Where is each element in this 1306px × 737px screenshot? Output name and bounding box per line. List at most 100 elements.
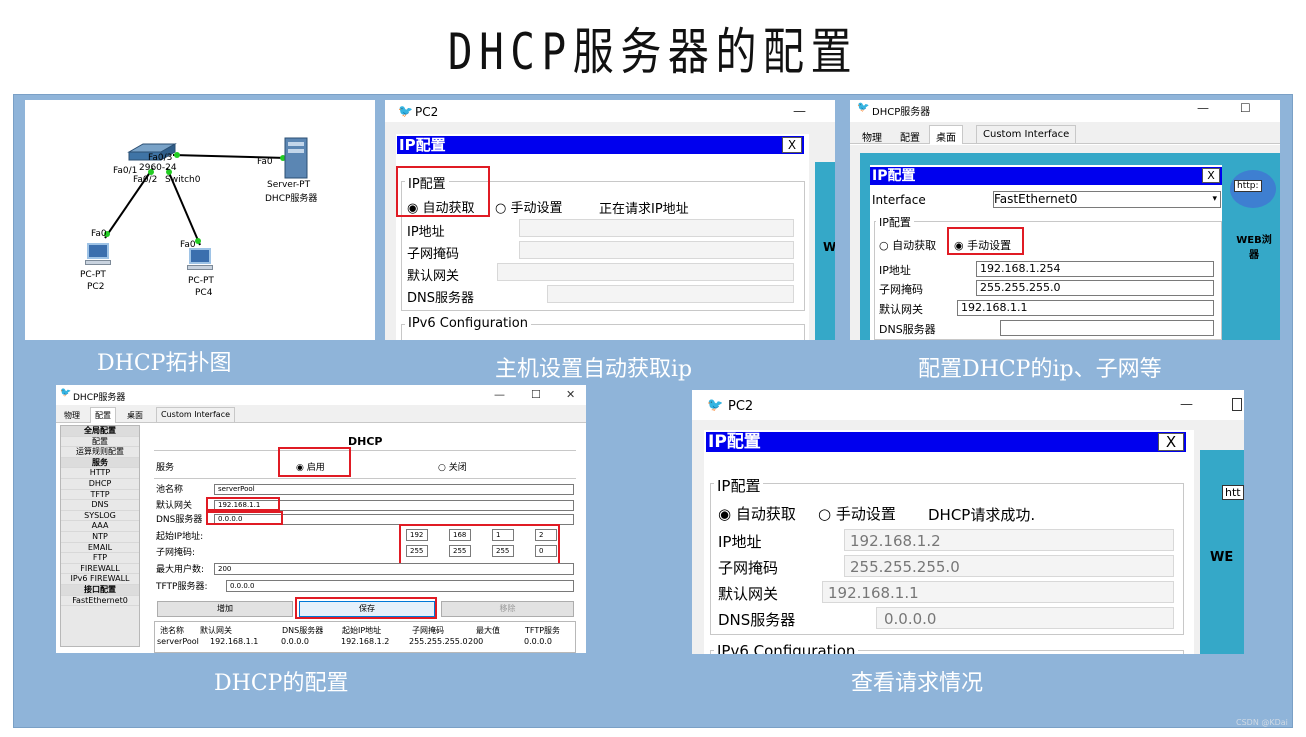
start-ip-label: 起始IP地址: bbox=[156, 532, 204, 542]
auto-radio[interactable]: 自动获取 bbox=[718, 503, 796, 524]
sidebar-item-http[interactable]: HTTP bbox=[61, 468, 139, 479]
pool-input[interactable]: serverPool bbox=[214, 484, 574, 495]
maximize-button[interactable] bbox=[1232, 398, 1242, 411]
tab-bar: 物理 配置 桌面 Custom Interface bbox=[56, 405, 586, 423]
close-button[interactable]: ✕ bbox=[566, 388, 575, 401]
max-users-input[interactable]: 200 bbox=[214, 563, 574, 575]
sidebar-item-dhcp[interactable]: DHCP bbox=[61, 479, 139, 490]
manual-radio[interactable]: 手动设置 bbox=[495, 197, 562, 216]
tab-desktop[interactable]: 桌面 bbox=[929, 125, 963, 144]
gw-label: 默认网关 bbox=[407, 269, 460, 284]
ip-label: IP地址 bbox=[879, 264, 911, 277]
http-badge[interactable]: htt bbox=[1222, 485, 1244, 500]
tftp-input[interactable]: 0.0.0.0 bbox=[226, 580, 574, 592]
dns-label: DNS服务器 bbox=[879, 323, 936, 336]
window-titlebar: 🐦 DHCP服务器 — ☐ bbox=[850, 100, 1280, 122]
highlight-range bbox=[399, 524, 560, 565]
chevron-down-icon: ▾ bbox=[1212, 194, 1217, 204]
minimize-button[interactable]: — bbox=[793, 104, 806, 119]
tab-custom-interface[interactable]: Custom Interface bbox=[156, 407, 236, 423]
close-button[interactable]: X bbox=[1158, 433, 1184, 451]
slide-title: DHCP服务器的配置 bbox=[447, 23, 859, 81]
sidebar-item-firewall[interactable]: FIREWALL bbox=[61, 564, 139, 575]
gw-label: 默认网关 bbox=[879, 303, 923, 316]
sidebar-item-interfaces: 接口配置 bbox=[61, 584, 139, 596]
server-type: Server-PT bbox=[267, 180, 311, 190]
pc2-requesting-window: 🐦 PC2 — W IP配置 X IP配置 自动获取 手动设置 正在请求IP地址… bbox=[385, 100, 835, 340]
dns-field[interactable] bbox=[547, 285, 794, 303]
desktop-web-label: WE bbox=[1210, 550, 1234, 565]
ip-field[interactable] bbox=[519, 219, 794, 237]
gw-field[interactable] bbox=[497, 263, 794, 281]
highlight-auto bbox=[396, 166, 490, 217]
minimize-button[interactable]: — bbox=[1180, 397, 1193, 412]
sidebar-item-syslog[interactable]: SYSLOG bbox=[61, 511, 139, 522]
tab-physical[interactable]: 物理 bbox=[59, 407, 85, 423]
ip-config-header: IP配置 bbox=[870, 167, 1222, 185]
manual-radio[interactable]: 手动设置 bbox=[818, 503, 896, 524]
ipv6-legend: IPv6 Configuration bbox=[714, 642, 859, 654]
maximize-button[interactable]: ☐ bbox=[531, 388, 541, 401]
add-button[interactable]: 增加 bbox=[157, 601, 293, 617]
ip-config-legend: IP配置 bbox=[876, 214, 914, 230]
sidebar-item-ftp[interactable]: FTP bbox=[61, 553, 139, 564]
interface-select[interactable]: FastEthernet0 ▾ bbox=[993, 191, 1221, 208]
ip-config-header: IP配置 bbox=[706, 432, 1186, 452]
window-title: PC2 bbox=[728, 399, 754, 414]
switch-port-top: Fa0/3 bbox=[148, 153, 173, 163]
server-name: DHCP服务器 bbox=[265, 194, 318, 204]
sidebar-item-dns[interactable]: DNS bbox=[61, 500, 139, 511]
dns-input[interactable] bbox=[1000, 320, 1214, 336]
window-title: PC2 bbox=[415, 105, 439, 119]
auto-radio[interactable]: 自动获取 bbox=[879, 237, 936, 253]
desktop-letter: W bbox=[823, 240, 835, 254]
maximize-button[interactable]: ☐ bbox=[1240, 101, 1251, 115]
sidebar-item-settings[interactable]: 配置 bbox=[61, 437, 139, 448]
tab-config[interactable]: 配置 bbox=[90, 407, 116, 423]
pc2-icon[interactable] bbox=[85, 243, 111, 265]
dhcp-service-window: 🐦 DHCP服务器 — ☐ ✕ 物理 配置 桌面 Custom Interfac… bbox=[56, 385, 586, 653]
mask-field[interactable] bbox=[519, 241, 794, 259]
ip-value: 192.168.1.2 bbox=[850, 532, 941, 550]
packet-tracer-icon: 🐦 bbox=[707, 398, 724, 413]
tab-desktop[interactable]: 桌面 bbox=[122, 407, 148, 423]
sidebar-item-fastethernet0[interactable]: FastEthernet0 bbox=[61, 596, 139, 607]
pc4-icon[interactable] bbox=[187, 248, 213, 270]
sidebar-item-ntp[interactable]: NTP bbox=[61, 532, 139, 543]
mask-label: 子网掩码 bbox=[718, 559, 779, 577]
dhcp-status: DHCP请求成功. bbox=[928, 506, 1036, 524]
tab-custom-interface[interactable]: Custom Interface bbox=[976, 125, 1077, 144]
sidebar-item-ipv6-firewall[interactable]: IPv6 FIREWALL bbox=[61, 574, 139, 585]
switch-name: Switch0 bbox=[165, 175, 201, 185]
sidebar-item-services: 服务 bbox=[61, 457, 139, 469]
gw-input[interactable]: 192.168.1.1 bbox=[957, 300, 1214, 316]
pc2-type: PC-PT bbox=[80, 270, 106, 280]
ip-config-header: IP配置 bbox=[397, 136, 804, 154]
sidebar-item-global[interactable]: 全局配置 bbox=[61, 426, 139, 437]
ip-label: IP地址 bbox=[407, 225, 445, 240]
close-button[interactable]: X bbox=[1202, 168, 1220, 183]
pc2-port: Fa0 bbox=[91, 229, 107, 239]
max-users-label: 最大用户数: bbox=[156, 565, 205, 575]
tab-config[interactable]: 配置 bbox=[893, 125, 927, 144]
window-titlebar: 🐦 PC2 — bbox=[692, 390, 1244, 420]
ip-input[interactable]: 192.168.1.254 bbox=[976, 261, 1214, 277]
sidebar-item-algorithm[interactable]: 运算规则配置 bbox=[61, 447, 139, 458]
window-title: DHCP服务器 bbox=[73, 393, 126, 403]
caption-host-auto: 主机设置自动获取ip bbox=[495, 357, 693, 382]
tab-physical[interactable]: 物理 bbox=[855, 125, 889, 144]
pc4-type: PC-PT bbox=[188, 276, 214, 286]
remove-button[interactable]: 移除 bbox=[441, 601, 574, 617]
sidebar-item-email[interactable]: EMAIL bbox=[61, 543, 139, 554]
sidebar-item-aaa[interactable]: AAA bbox=[61, 521, 139, 532]
mask-input[interactable]: 255.255.255.0 bbox=[976, 280, 1214, 296]
minimize-button[interactable]: — bbox=[494, 388, 505, 401]
minimize-button[interactable]: — bbox=[1197, 101, 1209, 115]
dns-label: DNS服务器 bbox=[407, 291, 474, 306]
close-button[interactable]: X bbox=[782, 137, 802, 153]
ip-label: IP地址 bbox=[718, 533, 762, 551]
sidebar-item-tftp[interactable]: TFTP bbox=[61, 490, 139, 501]
config-sidebar: 全局配置 配置 运算规则配置 服务 HTTP DHCP TFTP DNS SYS… bbox=[60, 425, 140, 647]
service-off-radio[interactable]: 关闭 bbox=[438, 460, 467, 473]
http-badge: http: bbox=[1234, 180, 1262, 192]
